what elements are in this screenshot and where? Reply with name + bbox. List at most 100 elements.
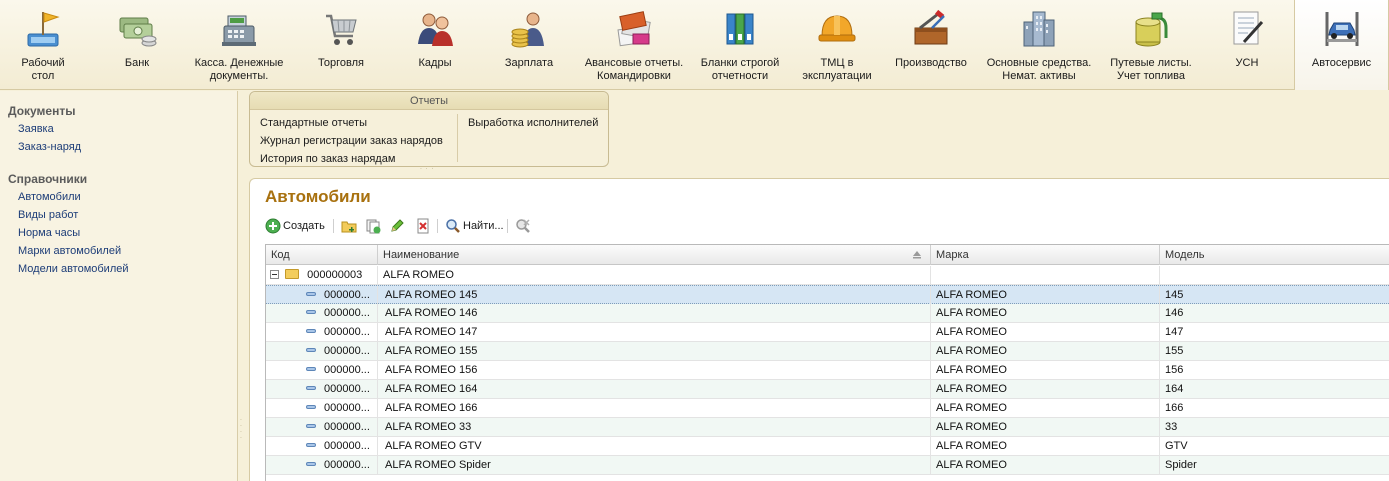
nav-link-car-brands[interactable]: Марки автомобилей [0,242,237,260]
section-bank[interactable]: Банк [96,0,178,90]
folder-icon [285,269,300,279]
code-value: 000000... [324,402,370,414]
cancel-search-button[interactable] [515,215,531,237]
collapse-icon[interactable] [270,270,279,279]
section-trade[interactable]: Торговля [300,0,382,90]
section-label: Касса. Денежные документы. [194,57,284,82]
pencil-icon [391,219,404,232]
report-work-order-journal[interactable]: Журнал регистрации заказ нарядов [260,132,458,150]
nav-link-request[interactable]: Заявка [0,120,237,138]
group-row[interactable]: 000000003 ALFA ROMEO [266,266,1389,285]
column-header-code[interactable]: Код [266,245,378,265]
column-header-name[interactable]: Наименование [378,245,931,265]
toolbox-icon [914,9,948,45]
horizontal-splitter[interactable]: ˙˙˙ [420,167,437,176]
section-fixed-assets[interactable]: Основные средства. Немат. активы [982,0,1096,90]
column-header-name-label: Наименование [383,249,460,261]
section-salary[interactable]: Зарплата [488,0,570,90]
section-production[interactable]: Производство [888,0,974,90]
report-standard[interactable]: Стандартные отчеты [260,114,458,132]
create-group-button[interactable] [341,215,357,237]
people-icon [418,13,453,46]
report-performer-output[interactable]: Выработка исполнителей [468,114,598,132]
item-icon [306,348,316,352]
column-header-model[interactable]: Модель [1160,245,1389,265]
page-title: Автомобили [265,187,371,206]
code-value: 000000... [324,459,370,471]
section-label: Зарплата [504,57,554,69]
find-button[interactable]: Найти... [445,215,504,237]
document-pen-icon [1233,11,1264,45]
brand-cell: ALFA ROMEO [931,286,1160,304]
table-row[interactable]: 000000... ALFA ROMEO 156 ALFA ROMEO 156 [266,361,1389,380]
create-button-label: Создать [283,220,325,232]
item-icon [306,367,316,371]
brand-cell: ALFA ROMEO [931,342,1160,360]
section-advance-reports[interactable]: Авансовые отчеты. Командировки [578,0,690,90]
catalogs-group-title: Справочники [8,172,88,186]
table-row[interactable]: 000000... ALFA ROMEO Spider ALFA ROMEO Spid… [266,456,1389,475]
copy-add-icon [366,219,381,234]
section-tmc[interactable]: ТМЦ в эксплуатации [796,0,878,90]
name-cell: ALFA ROMEO 155 [378,342,931,360]
section-usn[interactable]: УСН [1206,0,1288,90]
section-desktop[interactable]: Рабочий стол [0,0,86,90]
model-cell: 33 [1160,418,1389,436]
table-row[interactable]: 000000... ALFA ROMEO 166 ALFA ROMEO 166 [266,399,1389,418]
table-row[interactable]: 000000... ALFA ROMEO 145 ALFA ROMEO 145 [266,285,1389,304]
copy-button[interactable] [365,215,381,237]
item-icon [306,424,316,428]
brand-cell: ALFA ROMEO [931,323,1160,341]
table-row[interactable]: 000000... ALFA ROMEO 146 ALFA ROMEO 146 [266,304,1389,323]
nav-link-work-types[interactable]: Виды работ [0,206,237,224]
cars-table[interactable]: Код Наименование Марка Модель 000000003 … [265,244,1389,481]
item-icon [306,462,316,466]
brand-cell: ALFA ROMEO [931,380,1160,398]
nav-link-cars[interactable]: Автомобили [0,188,237,206]
section-label: Бланки строгой отчетности [700,57,780,82]
brand-cell: ALFA ROMEO [931,304,1160,322]
column-header-brand[interactable]: Марка [931,245,1160,265]
item-icon [306,405,316,409]
group-code-cell: 000000003 [266,266,378,284]
nav-link-car-models[interactable]: Модели автомобилей [0,260,237,278]
section-strict-forms[interactable]: Бланки строгой отчетности [694,0,786,90]
nav-link-hour-norms[interactable]: Норма часы [0,224,237,242]
code-cell: 000000... [266,286,378,304]
create-button[interactable]: Создать [265,215,325,237]
section-waybills[interactable]: Путевые листы. Учет топлива [1100,0,1202,90]
table-row[interactable]: 000000... ALFA ROMEO 164 ALFA ROMEO 164 [266,380,1389,399]
name-cell: ALFA ROMEO GTV [378,437,931,455]
section-autoservice[interactable]: Автосервис [1294,0,1389,90]
report-work-order-history[interactable]: История по заказ нарядам [260,150,458,168]
code-value: 000000... [324,326,370,338]
hard-hat-icon [818,15,856,42]
name-cell: ALFA ROMEO 164 [378,380,931,398]
model-cell: GTV [1160,437,1389,455]
model-cell: 156 [1160,361,1389,379]
car-lift-icon [1325,12,1358,46]
model-cell: 155 [1160,342,1389,360]
edit-button[interactable] [389,215,405,237]
table-row[interactable]: 000000... ALFA ROMEO 147 ALFA ROMEO 147 [266,323,1389,342]
group-code: 000000003 [307,269,363,281]
model-cell: Spider [1160,456,1389,474]
name-cell: ALFA ROMEO 147 [378,323,931,341]
section-label: Авансовые отчеты. Командировки [584,57,684,82]
cash-register-icon [222,15,256,46]
table-row[interactable]: 000000... ALFA ROMEO GTV ALFA ROMEO GTV [266,437,1389,456]
brand-cell: ALFA ROMEO [931,399,1160,417]
section-cash[interactable]: Касса. Денежные документы. [186,0,292,90]
table-row[interactable]: 000000... ALFA ROMEO 155 ALFA ROMEO 155 [266,342,1389,361]
table-row[interactable]: 000000... ALFA ROMEO 33 ALFA ROMEO 33 [266,418,1389,437]
item-icon [306,386,316,390]
desktop-flag-icon [27,12,60,47]
nav-link-work-order[interactable]: Заказ-наряд [0,138,237,156]
section-staff[interactable]: Кадры [394,0,476,90]
mark-delete-button[interactable] [415,215,431,237]
code-value: 000000... [324,364,370,376]
code-value: 000000... [324,289,370,301]
vertical-splitter[interactable]: ˙ ˙ ˙ ˙ [240,419,246,460]
list-form: Автомобили Создать Найти... Код Наименов… [249,178,1389,481]
toolbar-separator [507,219,508,233]
